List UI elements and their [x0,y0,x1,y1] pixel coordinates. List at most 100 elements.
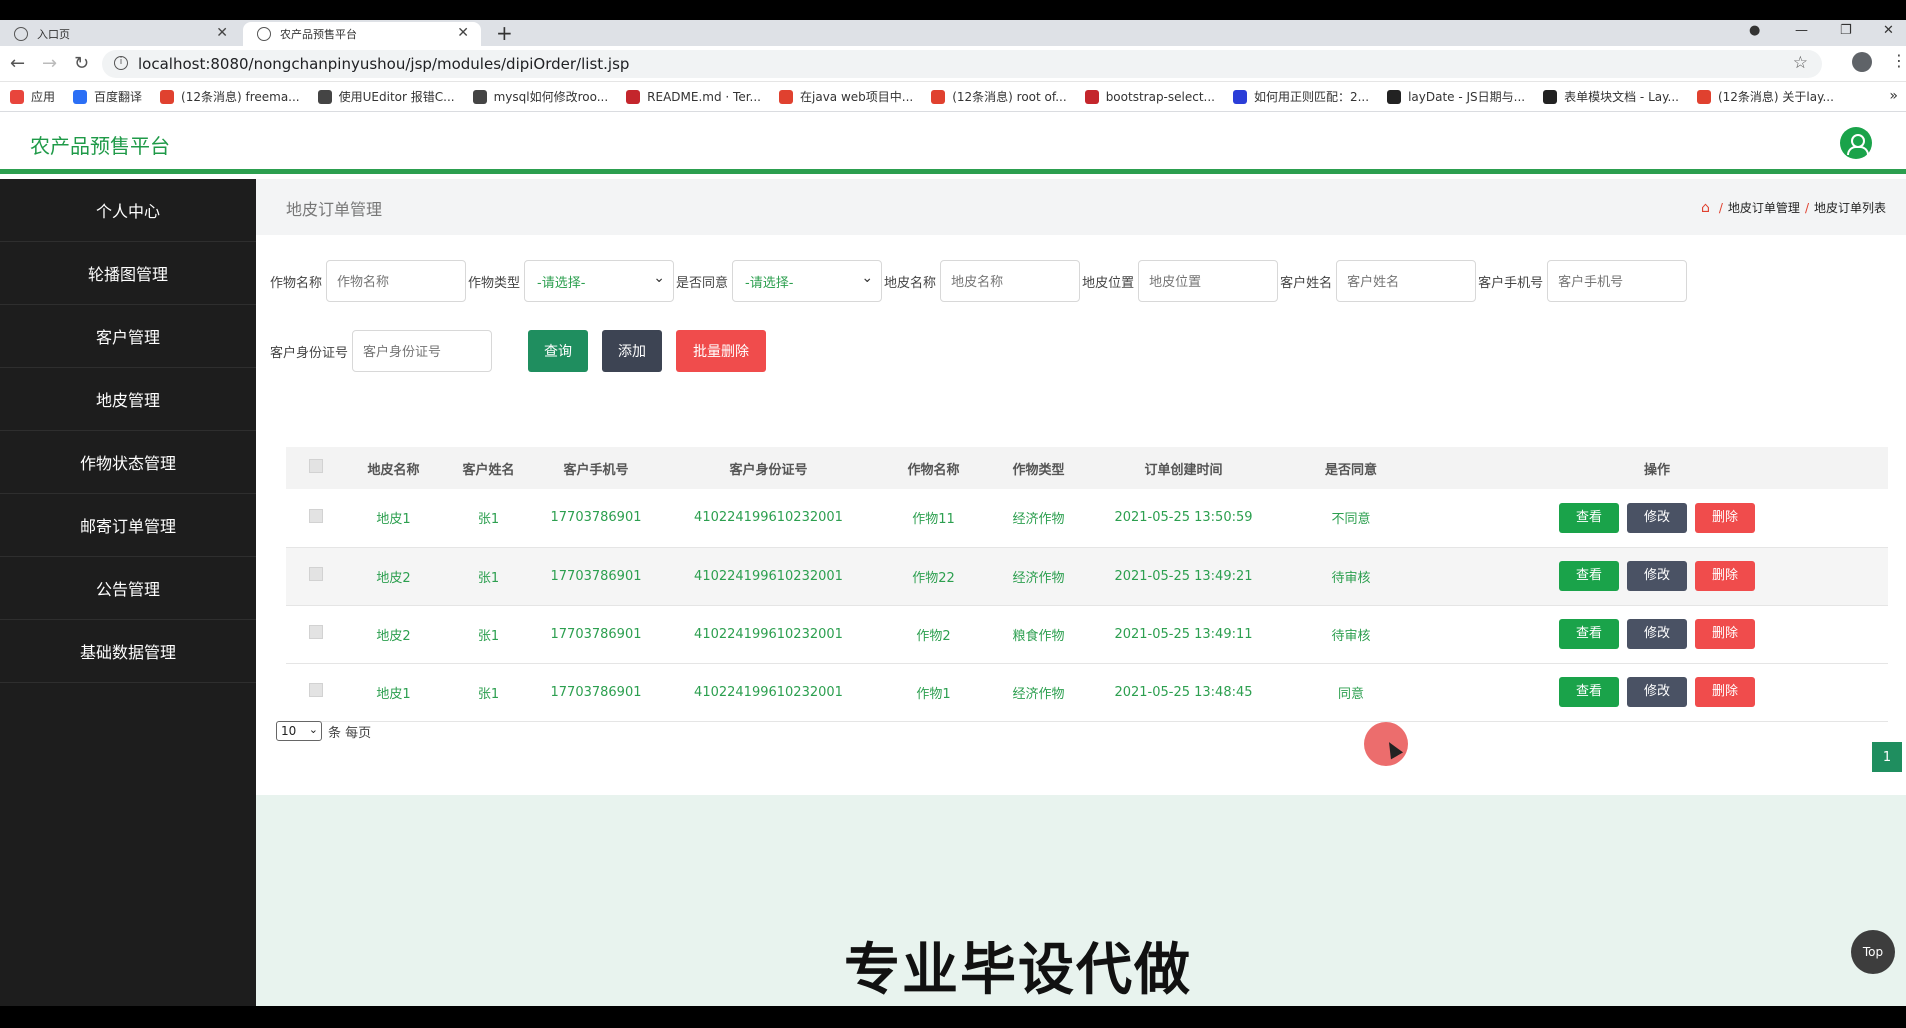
table-cell: 经济作物 [986,489,1091,548]
bookmark-item[interactable]: mysql如何修改roo... [472,88,608,105]
customer-name-input[interactable] [1336,260,1477,302]
bookmark-item[interactable]: (12条消息) freema... [160,88,300,105]
batch-delete-button[interactable]: 批量删除 [676,330,767,372]
table-cell: 同意 [1276,663,1426,722]
sidebar-item[interactable]: 公告管理 [0,557,256,620]
edit-button[interactable]: 修改 [1627,561,1687,591]
globe-icon [14,27,28,41]
forward-icon[interactable]: → [42,53,57,74]
land-name-input[interactable] [940,260,1081,302]
col-header[interactable]: 地皮名称 [346,447,441,489]
minimize-icon[interactable]: — [1795,23,1808,38]
row-checkbox[interactable] [309,625,323,639]
delete-button[interactable]: 删除 [1695,619,1755,649]
bookmark-item[interactable]: layDate - JS日期与... [1387,88,1525,105]
crop-name-input[interactable] [326,260,467,302]
bookmark-item[interactable]: bootstrap-select... [1084,89,1215,104]
agree-label: 是否同意 [676,275,729,291]
bookmark-icon [626,89,641,104]
url-text[interactable]: localhost:8080/nongchanpinyushou/jsp/mod… [138,55,629,73]
close-icon[interactable]: ✕ [457,25,469,41]
home-icon[interactable]: ⌂ [1701,200,1710,216]
sidebar-item[interactable]: 轮播图管理 [0,242,256,305]
back-icon[interactable]: ← [10,53,25,74]
view-button[interactable]: 查看 [1559,561,1619,591]
menu-icon[interactable]: ⋮ [1891,51,1906,70]
page-title: 地皮订单管理 [286,200,383,219]
footer-area: 专业毕设代做 Top [256,795,1906,1006]
sidebar-item[interactable]: 作物状态管理 [0,431,256,494]
bookmark-label: 百度翻译 [94,90,143,104]
edit-button[interactable]: 修改 [1627,619,1687,649]
bookmark-item[interactable]: (12条消息) root of... [931,88,1067,105]
table-cell: 17703786901 [536,547,656,606]
page-size-select[interactable]: 10 [276,721,322,741]
tab-search-icon[interactable]: ● [1749,23,1760,38]
reload-icon[interactable]: ↻ [74,53,89,74]
bookmark-icon [931,89,946,104]
bookmark-item[interactable]: 百度翻译 [73,88,142,105]
tab-platform[interactable]: 农产品预售平台 ✕ [243,22,481,46]
customer-id-input[interactable] [352,330,493,372]
agree-select[interactable]: -请选择- [732,260,883,302]
bookmark-item[interactable]: (12条消息) 关于lay... [1696,88,1834,105]
close-icon[interactable]: ✕ [216,25,228,41]
tab-strip: 入口页 ✕ 农产品预售平台 ✕ + ● — ❐ ✕ [0,20,1906,46]
back-to-top-button[interactable]: Top [1851,930,1895,974]
close-window-icon[interactable]: ✕ [1883,23,1894,38]
row-checkbox[interactable] [309,508,323,523]
add-button[interactable]: 添加 [602,330,663,372]
sidebar-item[interactable]: 地皮管理 [0,368,256,431]
tab-entry[interactable]: 入口页 ✕ [0,22,240,46]
sidebar-item[interactable]: 基础数据管理 [0,620,256,683]
bookmark-label: 在java web项目中... [800,90,914,104]
row-checkbox[interactable] [309,567,323,581]
breadcrumb-item[interactable]: 地皮订单管理 [1728,199,1800,216]
address-bar[interactable]: i localhost:8080/nongchanpinyushou/jsp/m… [102,50,1822,78]
bookmark-item[interactable]: 表单模块文档 - Lay... [1543,88,1679,105]
view-button[interactable]: 查看 [1559,619,1619,649]
table-cell: 410224199610232001 [656,663,881,722]
sidebar-item[interactable]: 个人中心 [0,179,256,242]
crop-type-select[interactable]: -请选择- [524,260,675,302]
view-button[interactable]: 查看 [1559,502,1619,533]
table-cell: 待审核 [1276,547,1426,606]
delete-button[interactable]: 删除 [1695,677,1755,707]
profile-icon[interactable] [1852,52,1872,72]
restore-icon[interactable]: ❐ [1840,23,1852,38]
user-icon[interactable] [1840,127,1872,159]
delete-button[interactable]: 删除 [1695,561,1755,591]
sidebar-item[interactable]: 邮寄订单管理 [0,494,256,557]
land-location-input[interactable] [1138,260,1279,302]
col-header[interactable]: 客户姓名 [441,447,536,489]
table-cell: 2021-05-25 13:49:11 [1091,605,1276,664]
col-header[interactable]: 作物名称 [881,447,986,489]
bookmark-item[interactable]: 使用UEditor 报错C... [317,88,455,105]
select-all-checkbox[interactable] [309,459,323,473]
customer-phone-input[interactable] [1547,260,1688,302]
col-header[interactable]: 客户手机号 [536,447,656,489]
col-header[interactable]: 作物类型 [986,447,1091,489]
more-bookmarks-icon[interactable]: » [1889,88,1898,104]
table-row: 地皮2 张1 17703786901 410224199610232001 作物22 经济… [286,547,1888,606]
edit-button[interactable]: 修改 [1627,677,1687,707]
edit-button[interactable]: 修改 [1627,502,1687,533]
browser-window: 入口页 ✕ 农产品预售平台 ✕ + ● — ❐ ✕ ← → ↻ i localh… [0,20,1906,1006]
new-tab-icon[interactable]: + [496,21,513,45]
row-checkbox[interactable] [309,683,323,697]
col-header[interactable]: 是否同意 [1276,447,1426,489]
bookmark-item[interactable]: 应用 [10,88,55,105]
sidebar-item[interactable]: 客户管理 [0,305,256,368]
bookmark-icon [1232,89,1247,104]
col-header[interactable]: 客户身份证号 [656,447,881,489]
star-icon[interactable]: ☆ [1793,53,1808,73]
bookmark-item[interactable]: 如何用正则匹配：2... [1232,88,1369,105]
query-button[interactable]: 查询 [528,330,589,372]
page-button[interactable]: 1 [1872,742,1902,772]
delete-button[interactable]: 删除 [1695,502,1755,533]
col-header[interactable]: 订单创建时间 [1091,447,1276,489]
view-button[interactable]: 查看 [1559,677,1619,707]
bookmark-item[interactable]: README.md · Ter... [626,89,761,104]
bookmark-item[interactable]: 在java web项目中... [779,88,913,105]
info-icon[interactable]: i [114,56,128,70]
